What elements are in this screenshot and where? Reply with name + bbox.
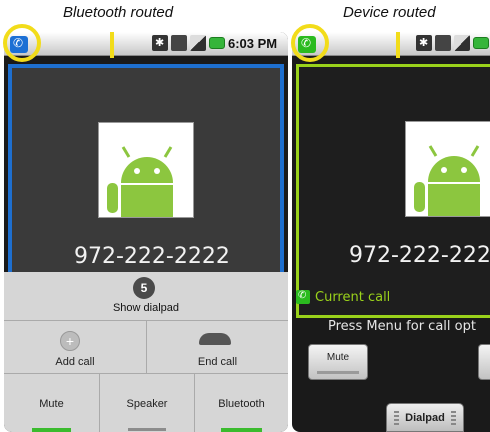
bluetooth-label: Bluetooth (218, 398, 265, 410)
android-icon (99, 123, 193, 217)
call-card-device: 972-222-2222 (296, 64, 490, 318)
highlight-marker (110, 32, 114, 58)
show-dialpad-button[interactable]: 5 Show dialpad (4, 272, 288, 320)
grip-icon (394, 410, 400, 425)
grip-icon (450, 410, 456, 425)
dialpad-tab-label: Dialpad (405, 411, 445, 424)
call-card-bluetooth: 972-222-2222 (8, 64, 284, 304)
status-time: 6:03 PM (228, 35, 278, 51)
mute-label: Mute (39, 398, 64, 410)
signal-icon (454, 35, 470, 51)
phone-device-routed: 972-222-2222 Current call Press Menu for… (292, 32, 490, 432)
speaker-toggle[interactable]: Speaker (100, 374, 194, 432)
contact-photo (98, 122, 194, 218)
screenshot-comparison: Bluetooth routed Device routed 6:03 PM (0, 0, 490, 432)
vibrate-icon (171, 35, 187, 51)
status-bar: 6:03 PM (4, 32, 288, 56)
status-icons: 6:03 PM (152, 35, 277, 51)
data-icon (435, 35, 451, 51)
dialpad-tab[interactable]: Dialpad (386, 403, 464, 432)
speaker-button[interactable] (478, 344, 490, 380)
bluetooth-icon (416, 35, 432, 51)
current-call-row: Current call (296, 288, 390, 306)
bluetooth-icon (152, 35, 168, 51)
mute-indicator (317, 371, 359, 374)
current-call-label: Current call (315, 289, 391, 305)
in-call-controls: 5 Show dialpad + Add call End call Mute … (4, 272, 288, 432)
android-icon (406, 122, 490, 216)
phone-icon (296, 290, 310, 304)
end-call-label: End call (197, 356, 238, 368)
caption-device-routed: Device routed (343, 4, 436, 21)
add-call-label: Add call (55, 356, 95, 368)
plus-icon: + (60, 331, 80, 351)
highlight-marker (396, 32, 400, 58)
mute-button[interactable]: Mute (308, 344, 368, 380)
mute-toggle[interactable]: Mute (4, 374, 99, 432)
signal-icon (190, 35, 206, 51)
highlight-circle (3, 24, 41, 62)
end-call-button[interactable]: End call (147, 321, 288, 373)
mute-label: Mute (326, 352, 350, 363)
bluetooth-toggle[interactable]: Bluetooth (195, 374, 288, 432)
call-number: 972-222-2222 (74, 244, 230, 269)
caption-bluetooth-routed: Bluetooth routed (63, 4, 174, 21)
highlight-circle (291, 24, 329, 62)
menu-hint-text: Press Menu for call opt (328, 319, 476, 334)
dialpad-key-icon: 5 (133, 277, 155, 299)
mute-indicator (32, 428, 71, 432)
status-icons (416, 35, 489, 51)
phone-bluetooth-routed: 6:03 PM 972-222-2222 5 (4, 32, 288, 432)
battery-icon (209, 37, 225, 49)
bluetooth-indicator (221, 428, 262, 432)
battery-icon (473, 37, 489, 49)
show-dialpad-label: Show dialpad (112, 302, 180, 314)
speaker-label: Speaker (126, 398, 168, 410)
speaker-indicator (128, 428, 166, 431)
add-call-button[interactable]: + Add call (4, 321, 146, 373)
call-number: 972-222-2222 (349, 243, 490, 268)
handset-icon (199, 333, 231, 345)
contact-photo (405, 121, 490, 217)
